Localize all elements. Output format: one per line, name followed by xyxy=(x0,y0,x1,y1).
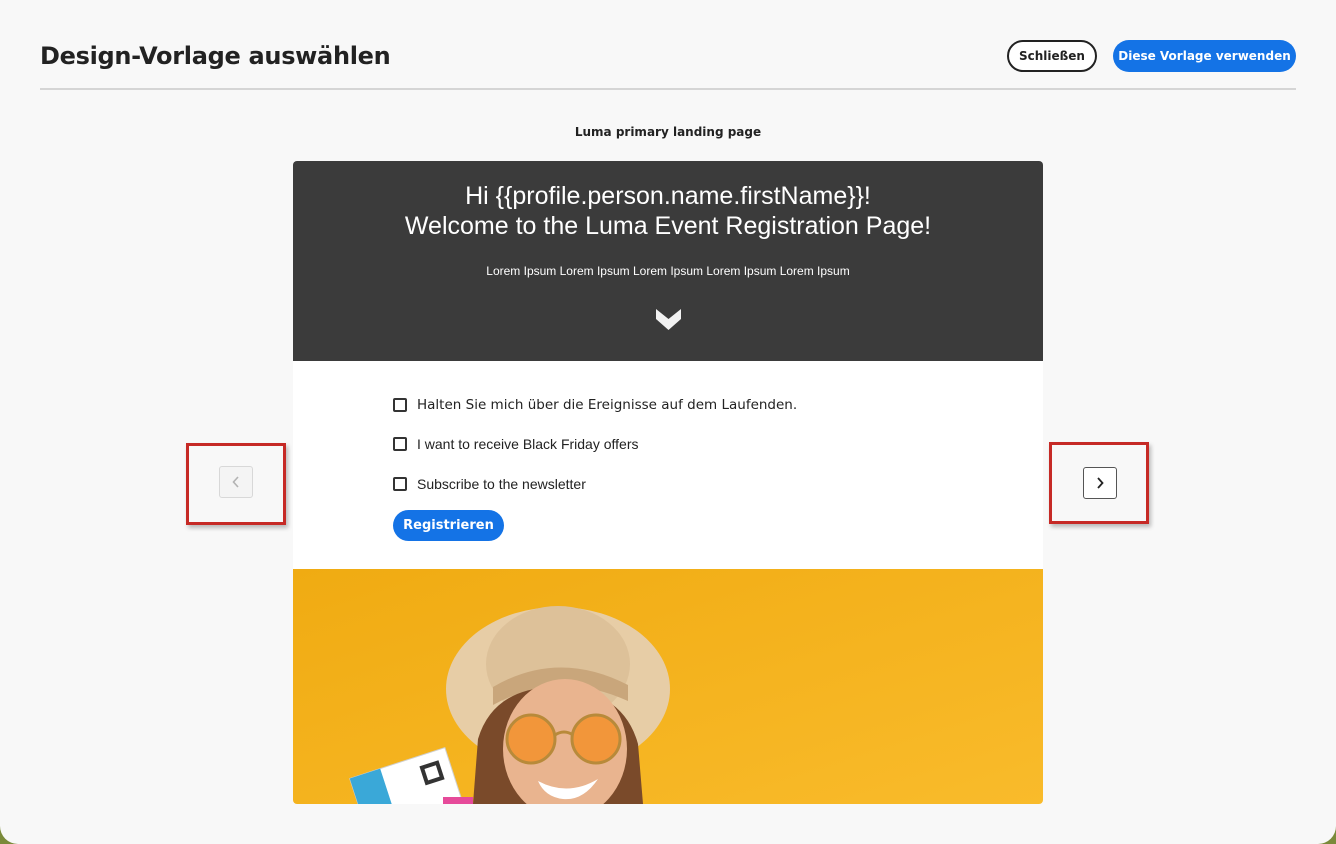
chevron-right-icon xyxy=(1097,477,1104,489)
hero-photo-image xyxy=(293,569,1043,804)
checkbox-row-newsletter[interactable]: Subscribe to the newsletter xyxy=(393,474,586,494)
checkbox-row-events[interactable]: Halten Sie mich über die Ereignisse auf … xyxy=(393,395,797,415)
chevron-down-icon xyxy=(656,309,681,330)
checkbox[interactable] xyxy=(393,477,407,491)
checkbox[interactable] xyxy=(393,398,407,412)
checkbox-label: Halten Sie mich über die Ereignisse auf … xyxy=(417,397,798,413)
checkbox[interactable] xyxy=(393,437,407,451)
preview-form: Halten Sie mich über die Ereignisse auf … xyxy=(293,361,1043,569)
previous-template-button[interactable] xyxy=(219,466,253,498)
close-button[interactable]: Schließen xyxy=(1007,40,1097,72)
hero-greeting: Hi {{profile.person.name.firstName}}! xyxy=(465,182,871,210)
checkbox-row-black-friday[interactable]: I want to receive Black Friday offers xyxy=(393,434,639,454)
template-selection-dialog: Design-Vorlage auswählen Schließen Diese… xyxy=(0,0,1336,844)
template-name: Luma primary landing page xyxy=(574,125,762,139)
checkbox-label: I want to receive Black Friday offers xyxy=(417,436,639,452)
preview-hero: Hi {{profile.person.name.firstName}}! We… xyxy=(293,161,1043,361)
dialog-title: Design-Vorlage auswählen xyxy=(40,42,391,70)
hero-heading: Welcome to the Luma Event Registration P… xyxy=(404,212,932,240)
template-preview: Hi {{profile.person.name.firstName}}! We… xyxy=(293,161,1043,804)
checkbox-label: Subscribe to the newsletter xyxy=(417,476,586,492)
dialog-header: Design-Vorlage auswählen Schließen Diese… xyxy=(40,38,1296,90)
use-template-button[interactable]: Diese Vorlage verwenden xyxy=(1113,40,1296,72)
next-template-button[interactable] xyxy=(1083,467,1117,499)
register-button[interactable]: Registrieren xyxy=(393,510,504,541)
chevron-left-icon xyxy=(232,476,239,488)
hero-subtext: Lorem Ipsum Lorem Ipsum Lorem Ipsum Lore… xyxy=(486,264,850,278)
